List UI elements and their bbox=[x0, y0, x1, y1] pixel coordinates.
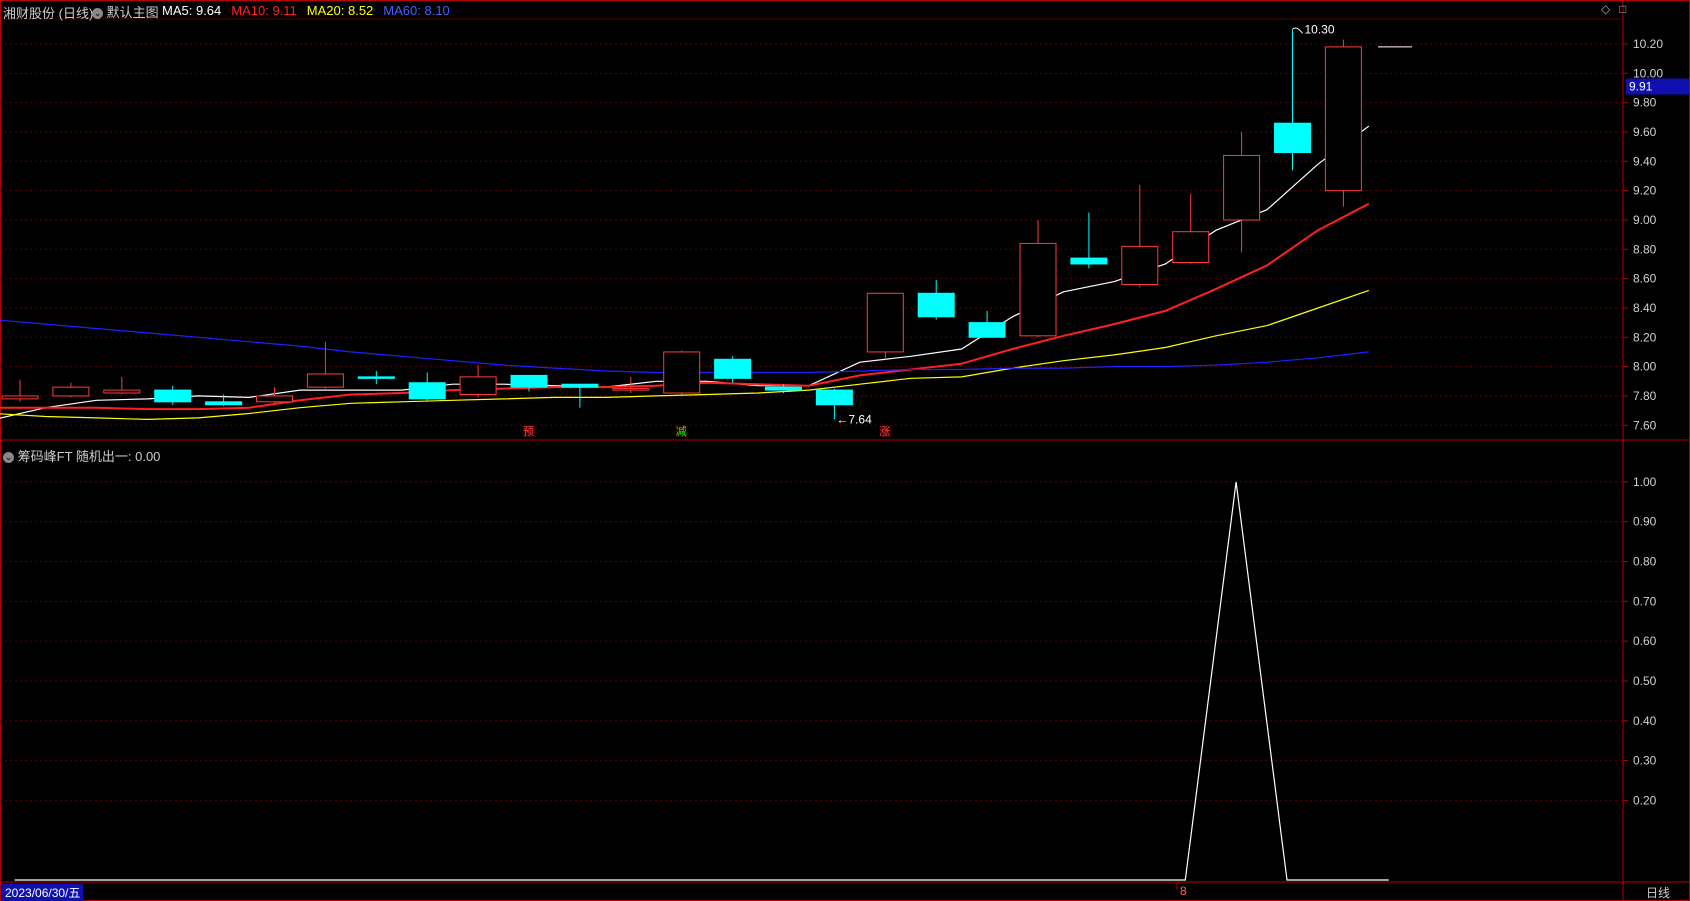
candle-up bbox=[52, 386, 90, 397]
candle-up bbox=[1, 395, 39, 400]
y-tick-label: 10.00 bbox=[1633, 66, 1663, 80]
candle-down bbox=[765, 386, 802, 391]
ma-legend-item: MA20: 8.52 bbox=[306, 3, 374, 18]
y-tick-label: 0.20 bbox=[1633, 793, 1657, 807]
y-tick-label: 1.00 bbox=[1633, 475, 1657, 489]
outer-frame bbox=[0, 0, 1690, 901]
candle-up bbox=[256, 395, 293, 403]
candle-up bbox=[306, 373, 344, 388]
stock-title: 湘财股份 (日线) bbox=[3, 6, 94, 21]
y-tick-label: 9.20 bbox=[1633, 184, 1657, 198]
high-pointer bbox=[1292, 27, 1303, 34]
date-label: 2023/06/30/五 bbox=[2, 884, 84, 901]
candle-down bbox=[510, 374, 548, 388]
y-tick-label: 9.40 bbox=[1633, 154, 1657, 168]
ma-legend-item: MA10: 9.11 bbox=[231, 3, 297, 18]
y-tick-label: 0.40 bbox=[1633, 714, 1657, 728]
candle-up bbox=[866, 292, 904, 353]
candle-down bbox=[357, 376, 395, 379]
layout-label: 默认主图 bbox=[106, 5, 159, 20]
candle-up bbox=[612, 388, 650, 391]
candle-up bbox=[1019, 242, 1057, 337]
chart-canvas[interactable]: 7.60 7.80 8.00 8.20 8.40 8.60 8.80 9.00 9.20 9.40… bbox=[0, 0, 1690, 901]
month-marker: 8 bbox=[1180, 884, 1187, 898]
candle-down bbox=[815, 389, 853, 406]
y-tick-label: 8.40 bbox=[1633, 301, 1657, 315]
signal-label: 减 bbox=[676, 425, 687, 438]
candle-up bbox=[663, 351, 701, 394]
candle-up bbox=[103, 389, 141, 394]
indicator-header[interactable]: ⌄ 筹码峰FT 随机出一: 0.00 bbox=[3, 446, 160, 465]
candle-up bbox=[1172, 231, 1210, 263]
candle-down bbox=[714, 358, 752, 379]
y-tick-label: 0.60 bbox=[1633, 634, 1657, 648]
period-label[interactable]: 日线 bbox=[1646, 884, 1670, 901]
signal-label: 涨 bbox=[879, 425, 890, 438]
candle-down bbox=[561, 383, 599, 388]
y-tick-label: 0.90 bbox=[1633, 515, 1657, 529]
diamond-icon[interactable]: ◇ bbox=[1601, 2, 1610, 16]
y-tick-label: 0.70 bbox=[1633, 594, 1657, 608]
y-tick-label: 0.30 bbox=[1633, 754, 1657, 768]
ma-legend-item: MA5: 9.64 bbox=[162, 3, 222, 18]
signal-label: 预 bbox=[523, 425, 534, 438]
y-tick-label: 10.20 bbox=[1633, 37, 1663, 51]
square-icon[interactable]: □ bbox=[1619, 2, 1626, 16]
y-tick-label: 7.60 bbox=[1633, 418, 1657, 432]
candle-down bbox=[917, 292, 955, 318]
ma-legend: MA5: 9.64 MA10: 9.11 MA20: 8.52 MA60: 8.10 bbox=[162, 3, 460, 18]
y-tick-label: 0.80 bbox=[1633, 555, 1657, 569]
candle-down bbox=[408, 382, 446, 400]
ma-legend-item: MA60: 8.10 bbox=[383, 3, 450, 18]
candle-down bbox=[205, 401, 243, 406]
high-price-annotation: 10.30 bbox=[1305, 22, 1335, 36]
candle-down bbox=[154, 389, 192, 403]
y-tick-label: 0.50 bbox=[1633, 674, 1657, 688]
y-tick-label: 9.60 bbox=[1633, 125, 1657, 139]
layout-menu[interactable]: ⌄ 默认主图 bbox=[92, 2, 159, 21]
y-tick-label: 9.80 bbox=[1633, 96, 1657, 110]
candle-down bbox=[968, 322, 1006, 338]
candle-up bbox=[459, 376, 497, 395]
y-tick-label: 9.00 bbox=[1633, 213, 1657, 227]
price-tag-value: 9.91 bbox=[1629, 80, 1653, 94]
candle-up bbox=[1223, 154, 1261, 221]
y-tick-label: 8.60 bbox=[1633, 272, 1657, 286]
candle-up bbox=[1121, 245, 1159, 285]
y-tick-label: 8.80 bbox=[1633, 242, 1657, 256]
y-tick-label: 8.00 bbox=[1633, 360, 1657, 374]
indicator-title: 筹码峰FT 随机出一: 0.00 bbox=[17, 449, 161, 464]
candle-up bbox=[1324, 46, 1362, 192]
y-tick-label: 8.20 bbox=[1633, 330, 1657, 344]
y-tick-label: 7.80 bbox=[1633, 389, 1657, 403]
candle-down bbox=[1070, 257, 1108, 265]
collapse-icon[interactable]: ⌄ bbox=[3, 452, 14, 464]
candle-down bbox=[1274, 122, 1311, 154]
low-price-annotation: ←7.64 bbox=[836, 412, 872, 426]
collapse-icon[interactable]: ⌄ bbox=[92, 8, 103, 20]
